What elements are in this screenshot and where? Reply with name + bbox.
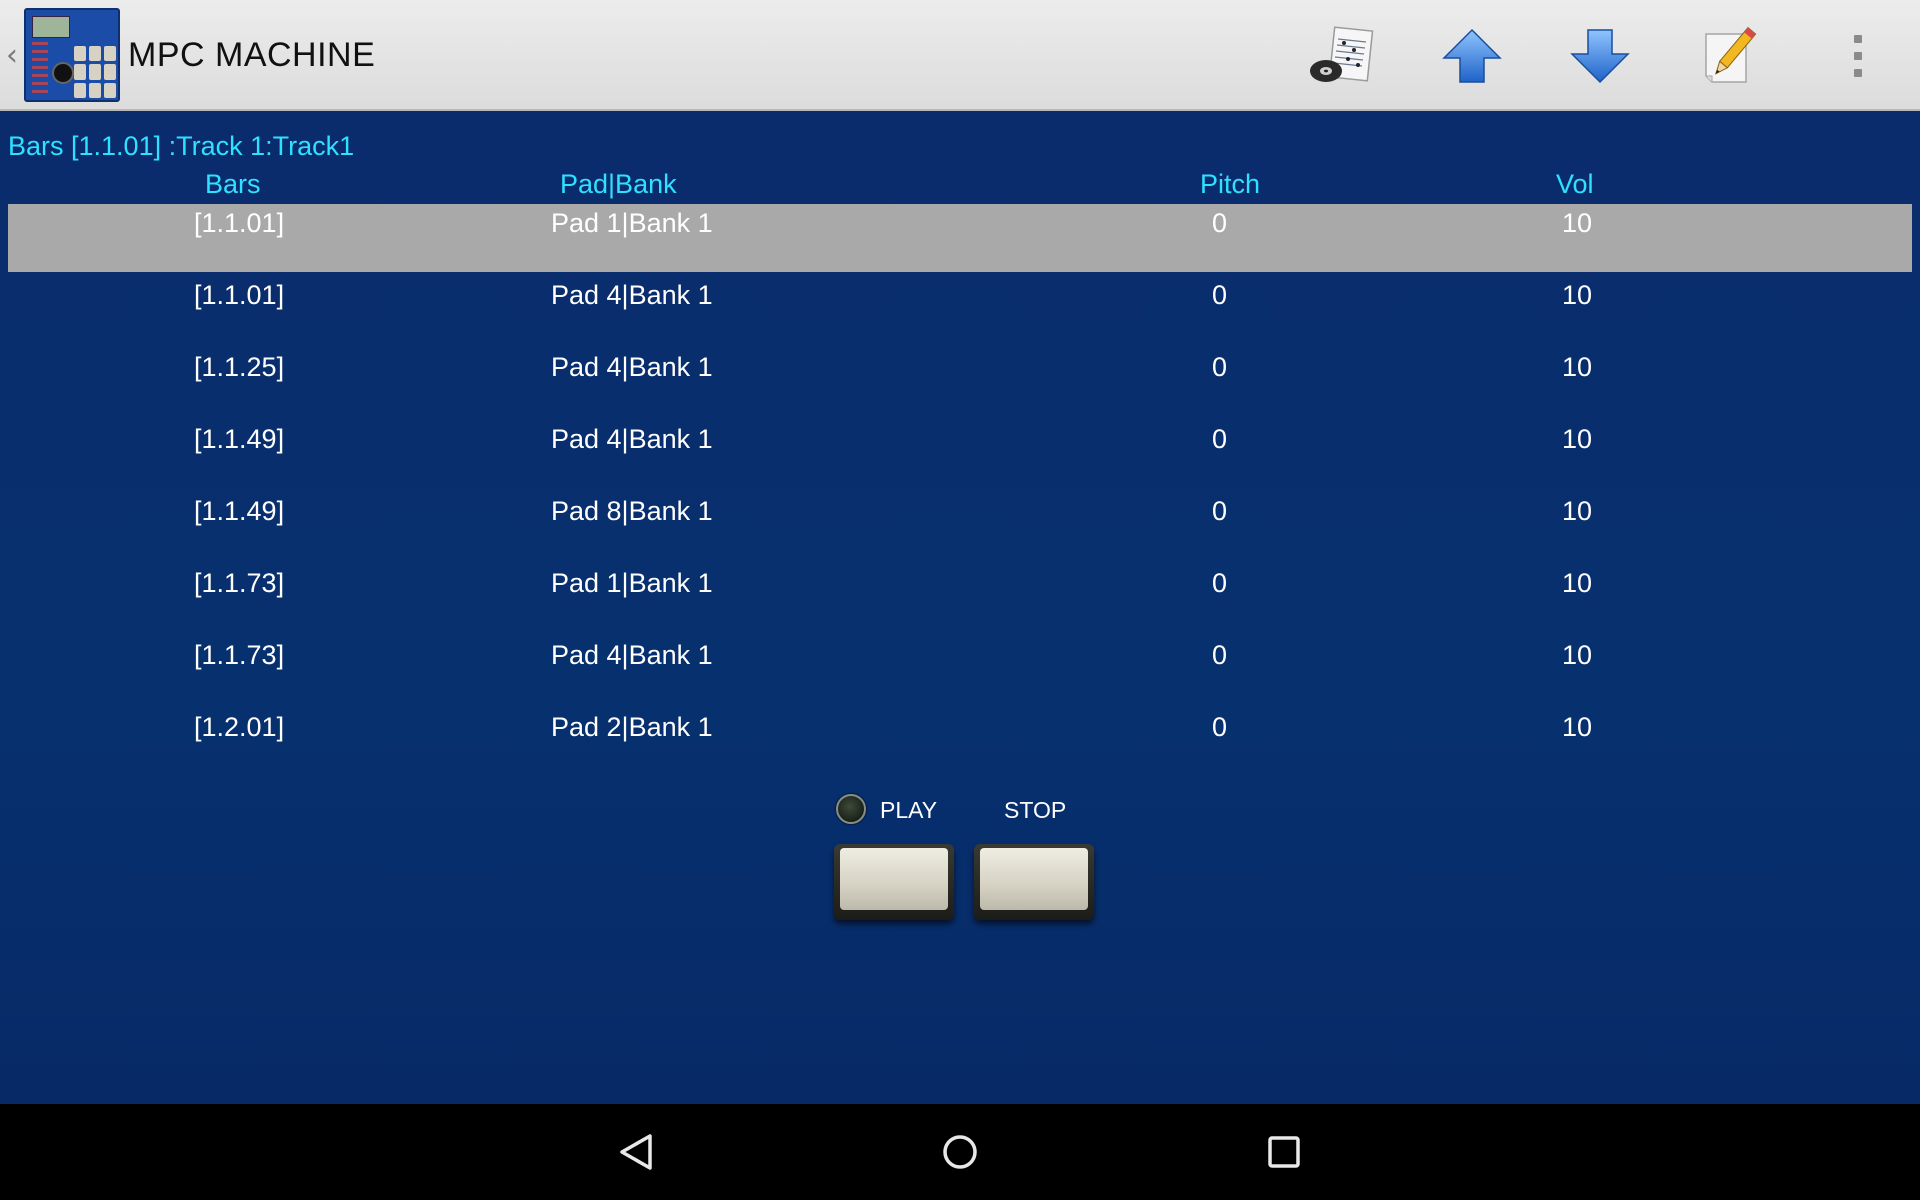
cell-pitch: 0 [1212, 352, 1228, 382]
cell-pitch: 0 [1212, 712, 1228, 742]
arrow-up-icon[interactable] [1436, 20, 1508, 92]
column-header-pad-bank: Pad|Bank [560, 169, 677, 199]
sequence-editor: Bars [1.1.01] :Track 1:Track1 Bars Pad|B… [0, 111, 1920, 1104]
cell-pitch: 0 [1212, 640, 1228, 670]
up-caret-icon[interactable]: ‹ [6, 38, 18, 73]
event-row[interactable]: [1.1.01] Pad 1|Bank 1 0 10 [8, 204, 1912, 272]
cell-pad-bank: Pad 4|Bank 1 [551, 640, 713, 670]
cell-pad-bank: Pad 4|Bank 1 [551, 280, 713, 310]
cell-bars: [1.2.01] [194, 712, 285, 742]
event-row[interactable]: [1.2.01] Pad 2|Bank 1 0 10 [8, 708, 1912, 780]
cell-vol: 10 [1562, 280, 1593, 310]
cell-pad-bank: Pad 8|Bank 1 [551, 496, 713, 526]
cell-bars: [1.1.25] [194, 352, 285, 382]
recents-icon[interactable] [1252, 1122, 1316, 1182]
event-row[interactable]: [1.1.49] Pad 8|Bank 1 0 10 [8, 492, 1912, 564]
play-label: PLAY [880, 797, 938, 823]
cell-pad-bank: Pad 2|Bank 1 [551, 712, 713, 742]
column-header-bars: Bars [205, 169, 261, 199]
cell-pitch: 0 [1212, 496, 1228, 526]
app-title: MPC MACHINE [128, 36, 376, 74]
cell-vol: 10 [1562, 208, 1593, 238]
cell-bars: [1.1.01] [194, 208, 285, 238]
cell-vol: 10 [1562, 496, 1593, 526]
cell-vol: 10 [1562, 424, 1593, 454]
cell-pitch: 0 [1212, 568, 1228, 598]
pencil-edit-icon[interactable] [1694, 20, 1766, 92]
overflow-menu-icon[interactable] [1840, 30, 1876, 82]
bar-track-info: Bars [1.1.01] :Track 1:Track1 [8, 131, 355, 161]
cell-pad-bank: Pad 1|Bank 1 [551, 208, 713, 238]
cell-vol: 10 [1562, 640, 1593, 670]
event-row[interactable]: [1.1.73] Pad 1|Bank 1 0 10 [8, 564, 1912, 636]
stop-label: STOP [1004, 797, 1067, 823]
home-icon[interactable] [928, 1122, 992, 1182]
event-row[interactable]: [1.1.25] Pad 4|Bank 1 0 10 [8, 348, 1912, 420]
cell-vol: 10 [1562, 352, 1593, 382]
column-header-pitch: Pitch [1200, 169, 1261, 199]
event-list: [1.1.01] Pad 1|Bank 1 0 10 [1.1.01] Pad … [8, 204, 1912, 780]
play-led-indicator [836, 794, 866, 824]
arrow-down-icon[interactable] [1564, 20, 1636, 92]
cell-pitch: 0 [1212, 280, 1228, 310]
cell-vol: 10 [1562, 712, 1593, 742]
system-nav-bar [0, 1104, 1920, 1200]
event-row[interactable]: [1.1.73] Pad 4|Bank 1 0 10 [8, 636, 1912, 708]
cell-bars: [1.1.01] [194, 280, 285, 310]
event-row[interactable]: [1.1.49] Pad 4|Bank 1 0 10 [8, 420, 1912, 492]
action-bar: ‹ MPC MACHINE [0, 0, 1920, 111]
cell-pitch: 0 [1212, 208, 1228, 238]
app-icon[interactable] [24, 8, 120, 102]
cell-pad-bank: Pad 4|Bank 1 [551, 352, 713, 382]
cell-pitch: 0 [1212, 424, 1228, 454]
cell-bars: [1.1.49] [194, 496, 285, 526]
event-row[interactable]: [1.1.01] Pad 4|Bank 1 0 10 [8, 276, 1912, 348]
cell-bars: [1.1.73] [194, 640, 285, 670]
cell-pad-bank: Pad 1|Bank 1 [551, 568, 713, 598]
cell-vol: 10 [1562, 568, 1593, 598]
music-sheet-disc-icon[interactable] [1306, 20, 1378, 92]
stop-button[interactable] [974, 844, 1094, 920]
cell-pad-bank: Pad 4|Bank 1 [551, 424, 713, 454]
column-header-vol: Vol [1556, 169, 1594, 199]
back-icon[interactable] [604, 1122, 668, 1182]
cell-bars: [1.1.73] [194, 568, 285, 598]
play-button[interactable] [834, 844, 954, 920]
cell-bars: [1.1.49] [194, 424, 285, 454]
